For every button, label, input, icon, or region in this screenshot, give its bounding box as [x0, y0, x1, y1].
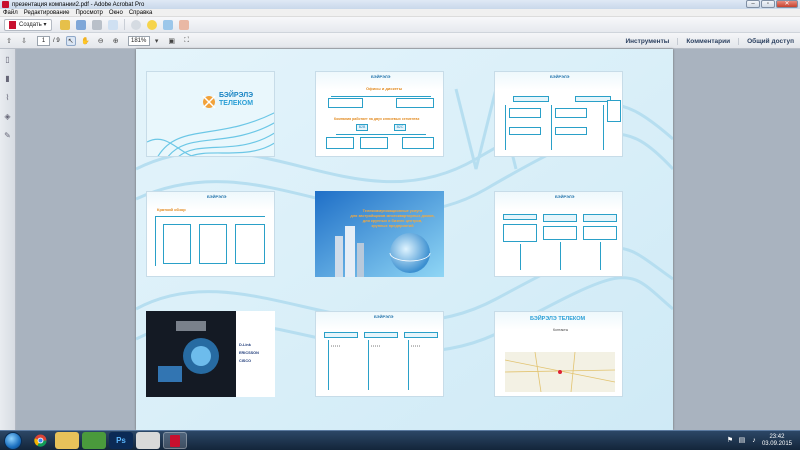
slide-6[interactable]: БЭЙРЭЛЭ: [494, 191, 623, 277]
taskbar-chrome-icon[interactable]: [28, 432, 52, 449]
tray-network-icon[interactable]: ▤: [738, 437, 746, 445]
slide-1[interactable]: БЭЙРЭЛЭ ТЕЛЕКОМ: [146, 71, 275, 157]
system-clock[interactable]: 23:42 03.09.2015: [762, 434, 792, 448]
city-map: [505, 352, 615, 392]
taskbar-acrobat-icon[interactable]: [163, 432, 187, 449]
main-toolbar: Создать ▾: [0, 17, 800, 33]
windows-taskbar: Ps ⚑ ▤ ♪ 23:42 03.09.2015: [0, 430, 800, 450]
tools-link[interactable]: Инструменты: [617, 38, 669, 45]
taskbar-photoshop-icon[interactable]: Ps: [109, 432, 133, 449]
slide9-logo: БЭЙРЭЛЭ ТЕЛЕКОМ: [530, 316, 586, 322]
menu-bar: Файл Редактирование Просмотр Окно Справк…: [0, 9, 800, 17]
slide4-title: Краткий обзор: [157, 207, 186, 212]
hand-tool-icon[interactable]: ✋: [81, 36, 91, 46]
close-button[interactable]: ✕: [776, 0, 798, 8]
page-count: / 9: [53, 37, 60, 44]
next-page-icon[interactable]: ⇩: [19, 36, 29, 46]
slide2-title: Офисы и дискеты: [366, 86, 403, 91]
menu-window[interactable]: Окно: [109, 10, 123, 16]
create-button[interactable]: Создать ▾: [4, 18, 52, 31]
zoom-dropdown-icon[interactable]: ▾: [152, 36, 162, 46]
title-bar: презентация компании2.pdf - Adobe Acroba…: [0, 0, 800, 9]
slide2-segments-text: Компания работает на двух ключевых сегме…: [334, 117, 420, 121]
prev-page-icon[interactable]: ⇧: [4, 36, 14, 46]
sign-icon[interactable]: [178, 19, 189, 30]
zoom-out-icon[interactable]: ⊖: [96, 36, 106, 46]
slide1-logo-text: БЭЙРЭЛЭ ТЕЛЕКОМ: [219, 92, 254, 107]
print-icon[interactable]: [91, 19, 102, 30]
slide9-title: Контакты: [553, 328, 569, 332]
zoom-field[interactable]: 181%: [127, 35, 150, 46]
b2c-box: B2C: [394, 124, 406, 131]
full-screen-icon[interactable]: ⛶: [182, 36, 192, 46]
slide-7[interactable]: D-Link ERICSSON CISCO: [146, 311, 275, 397]
menu-view[interactable]: Просмотр: [75, 10, 102, 16]
email-icon[interactable]: [107, 19, 118, 30]
start-button[interactable]: [4, 431, 22, 450]
window-title: презентация компании2.pdf - Adobe Acroba…: [12, 1, 145, 8]
page-thumbnails-icon[interactable]: ▯: [3, 55, 12, 64]
slide5-headline: Телекоммуникационные услуги для застройщ…: [350, 209, 435, 228]
menu-help[interactable]: Справка: [129, 10, 153, 16]
comment-icon[interactable]: [146, 19, 157, 30]
zoom-in-icon[interactable]: ⊕: [111, 36, 121, 46]
tray-volume-icon[interactable]: ♪: [750, 437, 758, 445]
slide-9[interactable]: БЭЙРЭЛЭ ТЕЛЕКОМ Контакты: [494, 311, 623, 397]
pdf-page: БЭЙРЭЛЭ ТЕЛЕКОМ БЭЙРЭЛЭ Офисы и дискеты …: [136, 49, 673, 430]
signatures-icon[interactable]: ✎: [3, 131, 12, 140]
slide-8[interactable]: БЭЙРЭЛЭ • • • • • • • • • • • • • • •: [315, 311, 444, 397]
layers-icon[interactable]: ◈: [3, 112, 12, 121]
share-link[interactable]: Общий доступ: [738, 37, 794, 45]
bookmarks-icon[interactable]: ▮: [3, 74, 12, 83]
slide-2[interactable]: БЭЙРЭЛЭ Офисы и дискеты Компания работае…: [315, 71, 444, 157]
slide-5[interactable]: Телекоммуникационные услуги для застройщ…: [315, 191, 444, 277]
comments-link[interactable]: Комментарии: [677, 37, 730, 45]
menu-edit[interactable]: Редактирование: [24, 10, 70, 16]
acrobat-icon: [2, 1, 9, 8]
navigation-pane: ▯ ▮ ⌇ ◈ ✎: [0, 49, 16, 430]
taskbar-explorer-icon[interactable]: [55, 432, 79, 449]
slide-4[interactable]: БЭЙРЭЛЭ Краткий обзор: [146, 191, 275, 277]
maximize-button[interactable]: ▫: [761, 0, 775, 8]
taskbar-doc-icon[interactable]: [136, 432, 160, 449]
share-icon[interactable]: [162, 19, 173, 30]
attachments-icon[interactable]: ⌇: [3, 93, 12, 102]
taskbar-app-icon[interactable]: [82, 432, 106, 449]
tray-flag-icon[interactable]: ⚑: [726, 437, 734, 445]
slide-3[interactable]: БЭЙРЭЛЭ: [494, 71, 623, 157]
open-folder-icon[interactable]: [59, 19, 70, 30]
document-area[interactable]: БЭЙРЭЛЭ ТЕЛЕКОМ БЭЙРЭЛЭ Офисы и дискеты …: [17, 49, 800, 430]
fit-page-icon[interactable]: ▣: [167, 36, 177, 46]
settings-icon[interactable]: [130, 19, 141, 30]
page-toolbar: ⇧ ⇩ 1 / 9 ↖ ✋ ⊖ ⊕ 181% ▾ ▣ ⛶ Инструменты…: [0, 33, 800, 49]
b2b-box: B2B: [356, 124, 368, 131]
vendor-logos: D-Link ERICSSON CISCO: [239, 343, 259, 363]
menu-file[interactable]: Файл: [3, 10, 18, 16]
system-tray: ⚑ ▤ ♪ 23:42 03.09.2015: [726, 431, 796, 450]
minimize-button[interactable]: –: [746, 0, 760, 8]
select-tool-icon[interactable]: ↖: [65, 35, 76, 46]
page-number-input[interactable]: 1: [37, 35, 50, 46]
pdf-icon: [9, 20, 16, 29]
save-icon[interactable]: [75, 19, 86, 30]
